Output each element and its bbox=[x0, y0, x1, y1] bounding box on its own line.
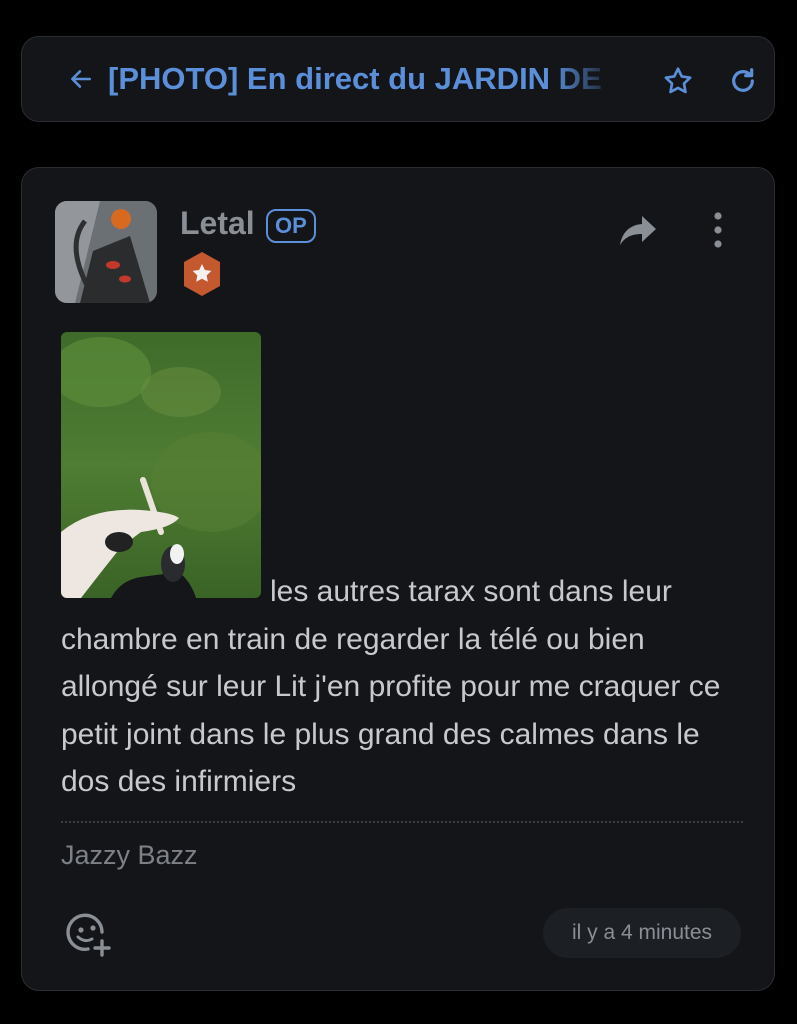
share-button[interactable] bbox=[618, 212, 658, 248]
avatar-image bbox=[55, 201, 157, 303]
signature-divider bbox=[61, 821, 743, 823]
post-body: les autres tarax sont dans leur chambre … bbox=[61, 568, 747, 806]
top-bar: [PHOTO] En direct du JARDIN DE bbox=[21, 36, 775, 122]
add-reaction-icon bbox=[66, 913, 111, 957]
avatar[interactable] bbox=[55, 201, 157, 303]
topic-title[interactable]: [PHOTO] En direct du JARDIN DE bbox=[108, 61, 618, 97]
op-badge: OP bbox=[266, 209, 316, 243]
post-timestamp[interactable]: il y a 4 minutes bbox=[543, 908, 741, 958]
author-name[interactable]: Letal bbox=[180, 205, 255, 242]
post-card: Letal OP les autres tarax sont dans leur… bbox=[21, 167, 775, 991]
back-button[interactable] bbox=[66, 64, 96, 94]
more-options-button[interactable] bbox=[704, 210, 732, 250]
refresh-button[interactable] bbox=[727, 65, 759, 97]
photo-spacer bbox=[61, 600, 270, 601]
star-icon bbox=[664, 67, 692, 94]
post-signature: Jazzy Bazz bbox=[61, 840, 198, 870]
post-body-text: les autres tarax sont dans leur chambre … bbox=[61, 575, 721, 798]
star-hexagon-badge-icon bbox=[180, 250, 224, 298]
add-reaction-button[interactable] bbox=[64, 910, 112, 958]
refresh-icon bbox=[732, 68, 754, 92]
arrow-left-icon bbox=[71, 70, 91, 88]
favorite-button[interactable] bbox=[662, 65, 694, 97]
more-vertical-icon bbox=[714, 212, 722, 248]
share-icon bbox=[620, 216, 656, 245]
post-photo[interactable] bbox=[61, 332, 261, 598]
